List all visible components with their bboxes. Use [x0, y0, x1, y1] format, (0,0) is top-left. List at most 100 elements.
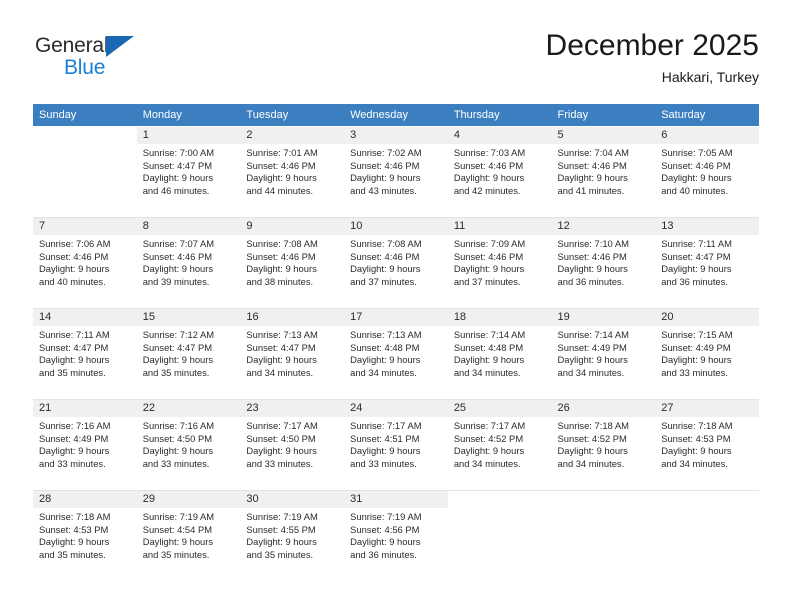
daylight-text-line2: and 33 minutes.	[661, 366, 728, 378]
day-cell-inner	[33, 127, 137, 217]
page-header: General Blue December 2025 Hakkari, Turk…	[33, 28, 759, 90]
daylight-text-line1: Daylight: 9 hours	[142, 263, 214, 275]
day-number	[655, 491, 759, 508]
daylight-text-line1: Daylight: 9 hours	[661, 445, 732, 457]
daylight-text-line1: Daylight: 9 hours	[661, 263, 732, 275]
sunrise-text: Sunrise: 7:16 AM	[39, 420, 111, 431]
daylight-text-line1: Daylight: 9 hours	[142, 354, 214, 366]
generalblue-logo[interactable]: General Blue	[33, 34, 213, 90]
day-details: Sunrise: 7:14 AM Sunset: 4:48 PM Daylight:…	[448, 326, 552, 379]
calendar-day-cell[interactable]: 13 Sunrise: 7:11 AM Sunset: 4:47 PM Dayligh…	[655, 217, 759, 309]
day-number: 9	[240, 218, 345, 235]
calendar-day-cell[interactable]	[33, 126, 137, 218]
calendar-day-cell[interactable]: 4 Sunrise: 7:03 AM Sunset: 4:46 PM Daylight…	[447, 126, 552, 218]
day-details: Sunrise: 7:12 AM Sunset: 4:47 PM Daylight:…	[137, 326, 241, 379]
day-cell-inner: 16 Sunrise: 7:13 AM Sunset: 4:47 PM Dayligh…	[240, 309, 345, 399]
day-cell-inner: 13 Sunrise: 7:11 AM Sunset: 4:47 PM Dayligh…	[655, 218, 759, 308]
daylight-text-line2: and 33 minutes.	[246, 457, 314, 469]
daylight-text-line1: Daylight: 9 hours	[453, 445, 525, 457]
sunrise-text: Sunrise: 7:02 AM	[350, 147, 422, 158]
daylight-text-line1: Daylight: 9 hours	[246, 354, 317, 366]
calendar-body: 1 Sunrise: 7:00 AM Sunset: 4:47 PM Daylight…	[33, 126, 759, 581]
calendar-header-row: Sunday Monday Tuesday Wednesday Thursday Frid…	[33, 104, 759, 127]
calendar-day-cell[interactable]: 8 Sunrise: 7:07 AM Sunset: 4:46 PM Daylight…	[136, 217, 241, 309]
day-cell-inner: 22 Sunrise: 7:16 AM Sunset: 4:50 PM Dayligh…	[136, 400, 241, 490]
calendar-day-cell[interactable]: 17 Sunrise: 7:13 AM Sunset: 4:48 PM Dayligh…	[344, 308, 448, 400]
calendar-day-cell[interactable]: 12 Sunrise: 7:10 AM Sunset: 4:46 PM Dayligh…	[551, 217, 656, 309]
calendar-day-cell[interactable]: 9 Sunrise: 7:08 AM Sunset: 4:46 PM Daylight…	[240, 217, 345, 309]
day-cell-inner	[551, 491, 656, 581]
day-details: Sunrise: 7:08 AM Sunset: 4:46 PM Daylight:…	[240, 235, 344, 288]
calendar-day-cell[interactable]: 25 Sunrise: 7:17 AM Sunset: 4:52 PM Dayligh…	[447, 399, 552, 491]
calendar-day-cell[interactable]	[551, 490, 656, 581]
daylight-text-line1: Daylight: 9 hours	[142, 445, 214, 457]
day-number: 19	[551, 309, 656, 326]
day-cell-inner: 15 Sunrise: 7:12 AM Sunset: 4:47 PM Dayligh…	[136, 309, 241, 399]
day-number: 5	[551, 127, 656, 144]
day-details: Sunrise: 7:07 AM Sunset: 4:46 PM Daylight:…	[137, 235, 241, 288]
daylight-text-line2: and 34 minutes.	[350, 366, 417, 378]
calendar-day-cell[interactable]: 23 Sunrise: 7:17 AM Sunset: 4:50 PM Dayligh…	[240, 399, 345, 491]
day-number: 24	[344, 400, 448, 417]
calendar-day-cell[interactable]: 24 Sunrise: 7:17 AM Sunset: 4:51 PM Dayligh…	[344, 399, 448, 491]
calendar-day-cell[interactable]: 5 Sunrise: 7:04 AM Sunset: 4:46 PM Daylight…	[551, 126, 656, 218]
calendar-day-cell[interactable]: 11 Sunrise: 7:09 AM Sunset: 4:46 PM Dayligh…	[447, 217, 552, 309]
calendar-day-cell[interactable]: 6 Sunrise: 7:05 AM Sunset: 4:46 PM Daylight…	[655, 126, 759, 218]
calendar-day-cell[interactable]: 3 Sunrise: 7:02 AM Sunset: 4:46 PM Daylight…	[344, 126, 448, 218]
calendar-day-cell[interactable]: 22 Sunrise: 7:16 AM Sunset: 4:50 PM Dayligh…	[136, 399, 241, 491]
day-cell-inner: 24 Sunrise: 7:17 AM Sunset: 4:51 PM Dayligh…	[344, 400, 448, 490]
daylight-text-line2: and 44 minutes.	[246, 184, 314, 196]
sunrise-text: Sunrise: 7:18 AM	[661, 420, 733, 431]
day-number: 15	[136, 309, 241, 326]
calendar-day-cell[interactable]: 30 Sunrise: 7:19 AM Sunset: 4:55 PM Dayligh…	[240, 490, 345, 581]
calendar-day-cell[interactable]: 29 Sunrise: 7:19 AM Sunset: 4:54 PM Dayligh…	[136, 490, 241, 581]
page-subtitle: Hakkari, Turkey	[661, 69, 759, 85]
daylight-text-line2: and 35 minutes.	[246, 548, 314, 560]
calendar-day-cell[interactable]: 16 Sunrise: 7:13 AM Sunset: 4:47 PM Dayligh…	[240, 308, 345, 400]
day-cell-inner: 8 Sunrise: 7:07 AM Sunset: 4:46 PM Daylight…	[136, 218, 241, 308]
day-details: Sunrise: 7:05 AM Sunset: 4:46 PM Daylight:…	[655, 144, 759, 197]
day-number: 10	[344, 218, 448, 235]
day-details: Sunrise: 7:16 AM Sunset: 4:49 PM Daylight:…	[33, 417, 137, 470]
sunrise-text: Sunrise: 7:09 AM	[453, 238, 526, 249]
logo-text-general: General	[35, 34, 109, 57]
calendar-day-cell[interactable]: 10 Sunrise: 7:08 AM Sunset: 4:46 PM Dayligh…	[344, 217, 448, 309]
sunset-text: Sunset: 4:46 PM	[557, 250, 627, 262]
calendar-day-cell[interactable]	[655, 490, 759, 581]
day-details: Sunrise: 7:03 AM Sunset: 4:46 PM Daylight:…	[448, 144, 552, 197]
calendar-day-cell[interactable]: 7 Sunrise: 7:06 AM Sunset: 4:46 PM Daylight…	[33, 217, 137, 309]
sunset-text: Sunset: 4:50 PM	[246, 432, 316, 444]
sunset-text: Sunset: 4:46 PM	[350, 250, 420, 262]
daylight-text-line1: Daylight: 9 hours	[39, 445, 110, 457]
day-number: 25	[447, 400, 552, 417]
sunset-text: Sunset: 4:51 PM	[350, 432, 420, 444]
sunset-text: Sunset: 4:46 PM	[661, 159, 731, 171]
day-cell-inner: 5 Sunrise: 7:04 AM Sunset: 4:46 PM Daylight…	[551, 127, 656, 217]
daylight-text-line1: Daylight: 9 hours	[350, 445, 421, 457]
daylight-text-line1: Daylight: 9 hours	[661, 172, 732, 184]
calendar-day-cell[interactable]: 20 Sunrise: 7:15 AM Sunset: 4:49 PM Dayligh…	[655, 308, 759, 400]
sunrise-text: Sunrise: 7:03 AM	[453, 147, 526, 158]
calendar-week-row: 21 Sunrise: 7:16 AM Sunset: 4:49 PM Dayligh…	[33, 399, 759, 491]
day-details: Sunrise: 7:00 AM Sunset: 4:47 PM Daylight:…	[137, 144, 241, 197]
day-cell-inner: 31 Sunrise: 7:19 AM Sunset: 4:56 PM Dayligh…	[344, 491, 448, 581]
calendar-day-cell[interactable]: 21 Sunrise: 7:16 AM Sunset: 4:49 PM Dayligh…	[33, 399, 137, 491]
calendar-day-cell[interactable]: 15 Sunrise: 7:12 AM Sunset: 4:47 PM Dayligh…	[136, 308, 241, 400]
calendar-day-cell[interactable]: 31 Sunrise: 7:19 AM Sunset: 4:56 PM Dayligh…	[344, 490, 448, 581]
day-details: Sunrise: 7:17 AM Sunset: 4:50 PM Daylight:…	[240, 417, 344, 470]
calendar-day-cell[interactable]: 19 Sunrise: 7:14 AM Sunset: 4:49 PM Dayligh…	[551, 308, 656, 400]
weekday-header-cell: Wednesday	[344, 104, 448, 127]
logo-text-blue: Blue	[64, 56, 106, 79]
daylight-text-line2: and 39 minutes.	[142, 275, 210, 287]
calendar-day-cell[interactable]	[447, 490, 552, 581]
daylight-text-line1: Daylight: 9 hours	[142, 536, 214, 548]
weekday-header-cell: Tuesday	[240, 104, 345, 127]
calendar-day-cell[interactable]: 2 Sunrise: 7:01 AM Sunset: 4:46 PM Daylight…	[240, 126, 345, 218]
calendar-day-cell[interactable]: 26 Sunrise: 7:18 AM Sunset: 4:52 PM Dayligh…	[551, 399, 656, 491]
calendar-day-cell[interactable]: 27 Sunrise: 7:18 AM Sunset: 4:53 PM Dayligh…	[655, 399, 759, 491]
calendar-day-cell[interactable]: 28 Sunrise: 7:18 AM Sunset: 4:53 PM Dayligh…	[33, 490, 137, 581]
calendar-day-cell[interactable]: 1 Sunrise: 7:00 AM Sunset: 4:47 PM Daylight…	[136, 126, 241, 218]
calendar-day-cell[interactable]: 14 Sunrise: 7:11 AM Sunset: 4:47 PM Dayligh…	[33, 308, 137, 400]
sunrise-text: Sunrise: 7:19 AM	[350, 511, 422, 522]
calendar-day-cell[interactable]: 18 Sunrise: 7:14 AM Sunset: 4:48 PM Dayligh…	[447, 308, 552, 400]
